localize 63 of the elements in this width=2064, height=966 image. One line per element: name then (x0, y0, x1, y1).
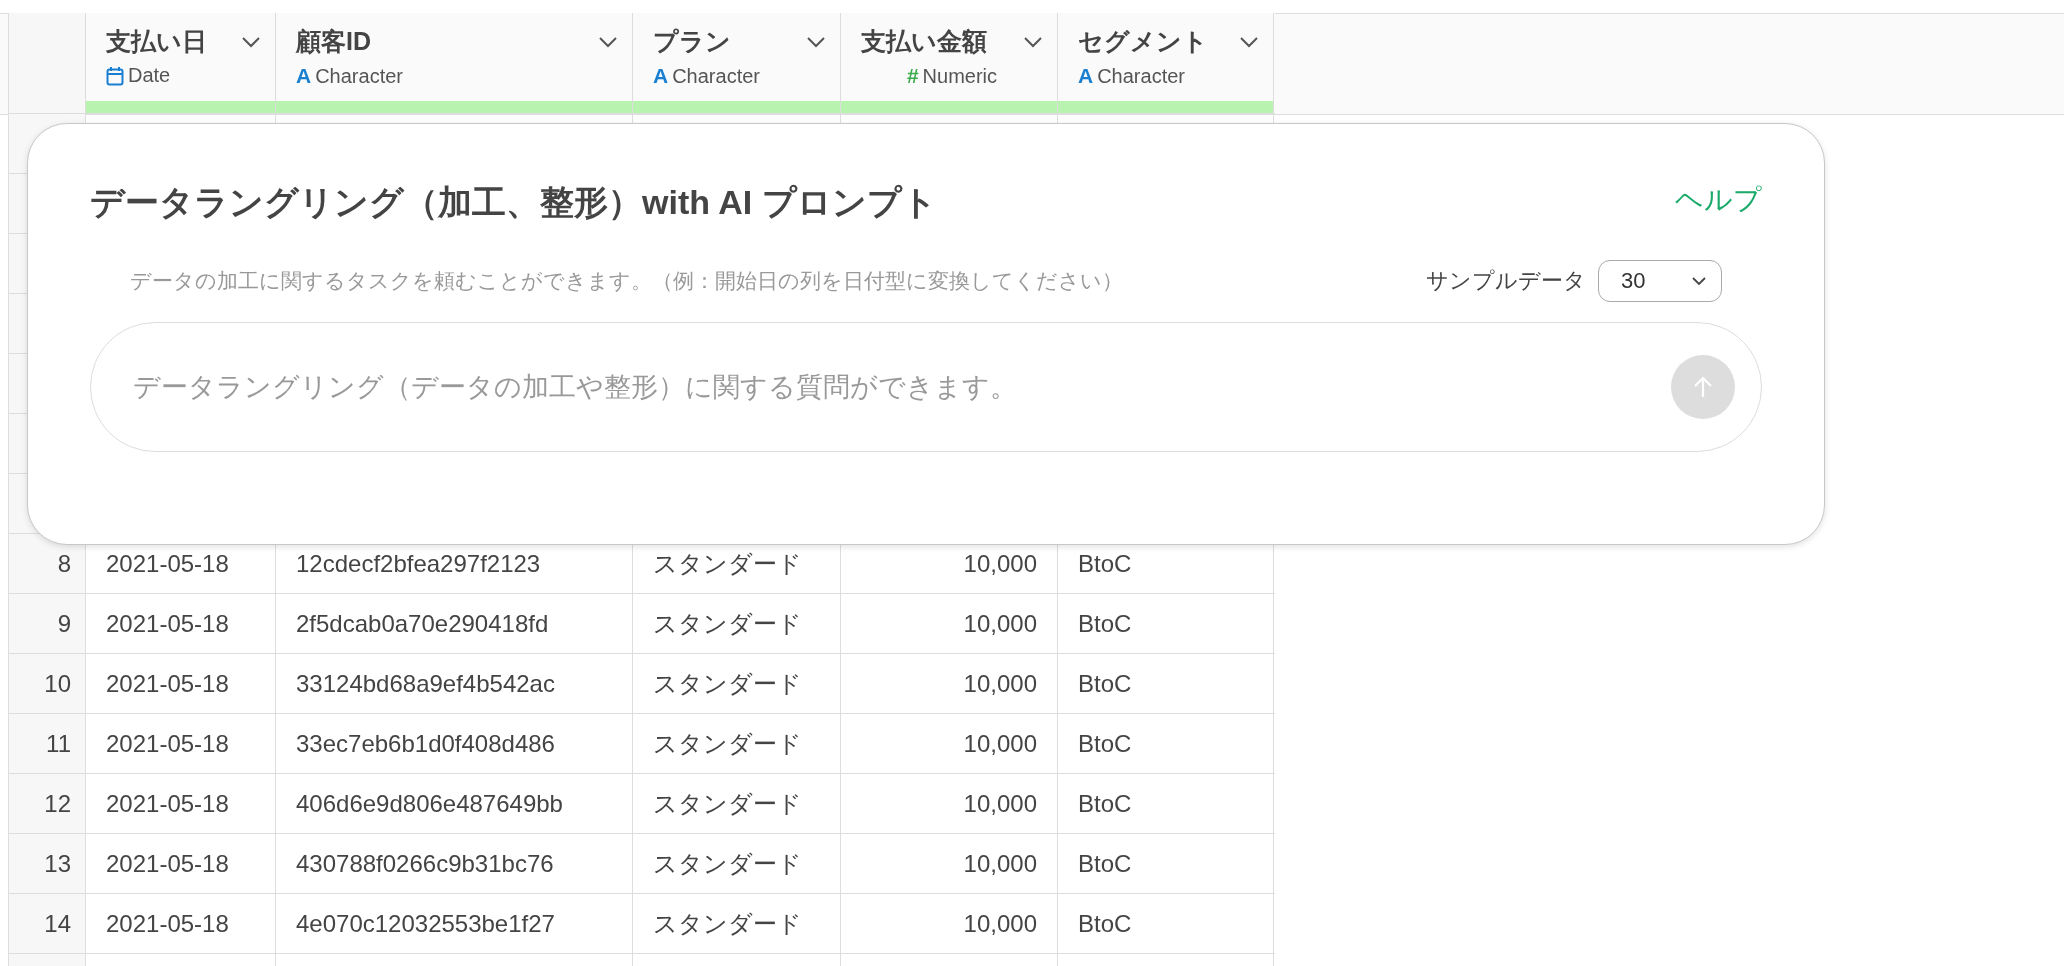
type-icon: A (653, 64, 669, 88)
table-cell: スタンダード (633, 714, 841, 773)
table-cell: スタンダード (633, 834, 841, 893)
column-header[interactable]: 顧客ID (296, 25, 371, 58)
type-icon: A (1078, 64, 1094, 88)
table-cell: 10,000 (841, 894, 1058, 953)
table-cell: 4e070c12032553be1f27 (276, 894, 633, 953)
caret-icon[interactable] (598, 35, 618, 48)
caret-icon[interactable] (241, 35, 261, 48)
column-header[interactable]: セグメント (1078, 25, 1208, 58)
row-number: 13 (9, 834, 86, 893)
column-type: Character (1097, 64, 1185, 88)
row-number: 11 (9, 714, 86, 773)
caret-icon[interactable] (806, 35, 826, 48)
table-cell: BtoC (1058, 714, 1274, 773)
table-cell: 2021-05-18 (86, 894, 276, 953)
caret-icon (1691, 276, 1707, 286)
column-type: Date (128, 64, 171, 87)
column-type: Character (315, 64, 403, 88)
row-number: 10 (9, 654, 86, 713)
sample-data-label: サンプルデータ (1426, 267, 1586, 295)
column-header[interactable]: 支払い日 (106, 25, 207, 58)
prompt-field[interactable]: データラングリング（データの加工や整形）に関する質問ができます。 (131, 370, 1671, 404)
column-type: Numeric (922, 64, 998, 88)
row-number: 14 (9, 894, 86, 953)
table-cell: 406d6e9d806e487649bb (276, 774, 633, 833)
table-cell: BtoC (1058, 894, 1274, 953)
calendar-icon (106, 65, 124, 86)
table-cell: BtoC (1058, 774, 1274, 833)
table-cell: 2021-05-18 (86, 834, 276, 893)
type-icon: # (906, 64, 919, 88)
table-cell: 10,000 (841, 834, 1058, 893)
table-cell: 2021-05-18 (86, 714, 276, 773)
row-number: 12 (9, 774, 86, 833)
table-cell: 430788f0266c9b31bc76 (276, 834, 633, 893)
caret-icon[interactable] (1023, 35, 1043, 48)
row-number: 9 (9, 594, 86, 653)
table-cell: スタンダード (633, 894, 841, 953)
table-cell: 2f5dcab0a70e290418fd (276, 594, 633, 653)
column-type: Character (672, 64, 760, 88)
table-cell: 10,000 (841, 774, 1058, 833)
caret-icon[interactable] (1239, 35, 1259, 48)
type-icon: A (296, 64, 312, 88)
table-cell: スタンダード (633, 594, 841, 653)
table-cell: BtoC (1058, 594, 1274, 653)
table-cell: 2021-05-18 (86, 654, 276, 713)
table-cell: 10,000 (841, 654, 1058, 713)
table-cell: スタンダード (633, 654, 841, 713)
table-cell: BtoC (1058, 834, 1274, 893)
column-header[interactable]: プラン (653, 25, 731, 58)
table-cell: 2021-05-18 (86, 774, 276, 833)
table-cell: 33ec7eb6b1d0f408d486 (276, 714, 633, 773)
table-cell: 10,000 (841, 714, 1058, 773)
dialog-title: データラングリング（加工、整形）with AI プロンプト (90, 182, 937, 223)
table-cell: BtoC (1058, 654, 1274, 713)
table-cell: 33124bd68a9ef4b542ac (276, 654, 633, 713)
table-cell: 2021-05-18 (86, 594, 276, 653)
column-header[interactable]: 支払い金額 (861, 25, 987, 58)
description-text: データの加工に関するタスクを頼むことができます。（例：開始日の列を日付型に変換してください） (130, 268, 1123, 294)
table-cell: 10,000 (841, 594, 1058, 653)
arrow-up-icon (1692, 375, 1714, 399)
table-cell: スタンダード (633, 774, 841, 833)
sample-data-select[interactable]: 30 (1598, 260, 1722, 302)
